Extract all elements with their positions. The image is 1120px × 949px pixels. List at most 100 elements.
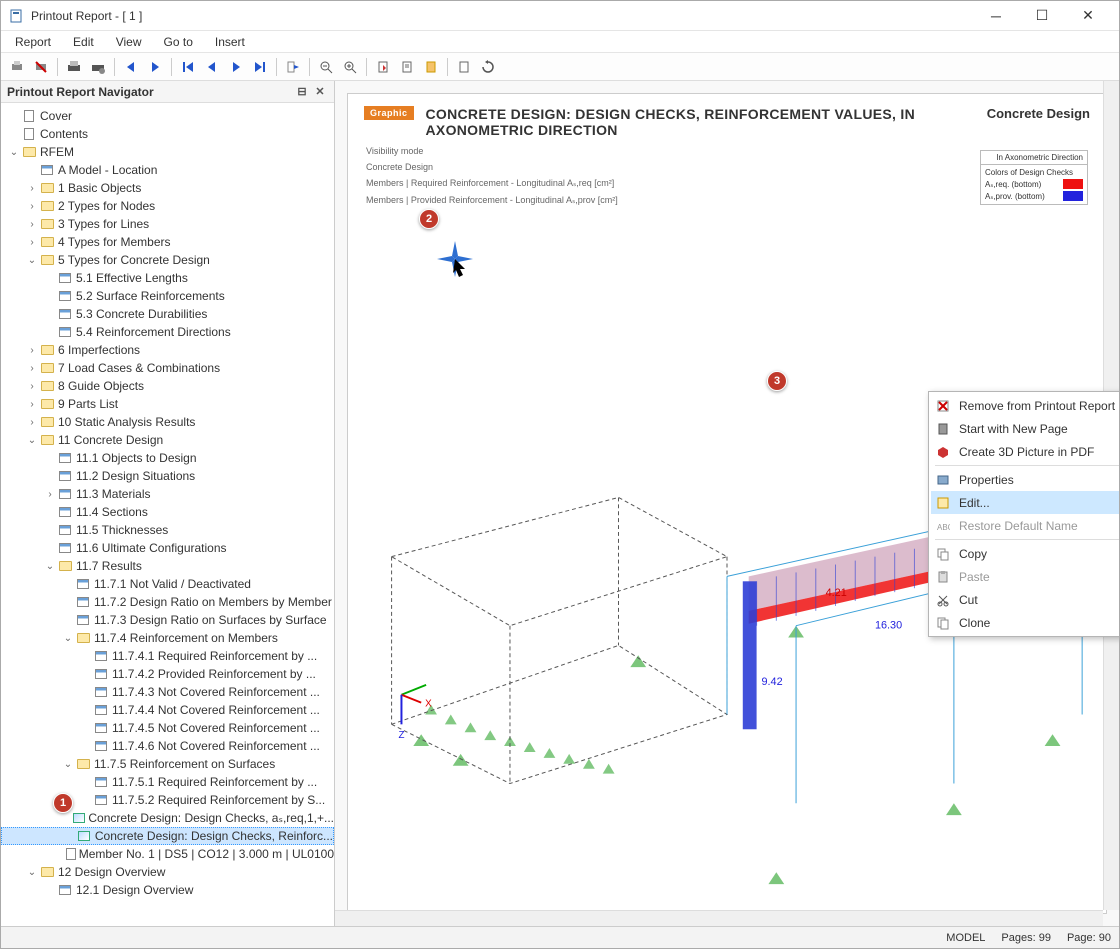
tree-item[interactable]: 11.7.1 Not Valid / Deactivated — [1, 575, 334, 593]
context-item[interactable]: Start with New Page — [931, 417, 1119, 440]
new-doc-icon[interactable] — [454, 57, 474, 77]
tree-item[interactable]: Contents — [1, 125, 334, 143]
tree-item[interactable]: ›11.3 Materials — [1, 485, 334, 503]
context-item[interactable]: CutCtrl+X — [931, 588, 1119, 611]
tree-item[interactable]: 5.3 Concrete Durabilities — [1, 305, 334, 323]
close-panel-icon[interactable]: ✕ — [312, 84, 328, 100]
print-cancel-icon[interactable] — [31, 57, 51, 77]
tree-toggle-icon[interactable]: › — [25, 417, 39, 428]
tree-toggle-icon[interactable]: › — [25, 237, 39, 248]
navigator-tree[interactable]: CoverContents⌄RFEMA Model - Location›1 B… — [1, 103, 334, 926]
tree-item[interactable]: 5.4 Reinforcement Directions — [1, 323, 334, 341]
tree-item[interactable]: 11.7.4.1 Required Reinforcement by ... — [1, 647, 334, 665]
tree-item[interactable]: ›7 Load Cases & Combinations — [1, 359, 334, 377]
printer-icon[interactable] — [64, 57, 84, 77]
context-item[interactable]: Create 3D Picture in PDF — [931, 440, 1119, 463]
context-item[interactable]: Remove from Printout Report — [931, 394, 1119, 417]
tree-toggle-icon[interactable]: › — [25, 363, 39, 374]
tree-item[interactable]: Concrete Design: Design Checks, Reinforc… — [1, 827, 334, 845]
tree-item[interactable]: 11.1 Objects to Design — [1, 449, 334, 467]
tree-toggle-icon[interactable]: ⌄ — [61, 759, 75, 770]
zoom-in-icon[interactable] — [340, 57, 360, 77]
refresh-icon[interactable] — [478, 57, 498, 77]
tree-toggle-icon[interactable]: › — [25, 183, 39, 194]
pin-icon[interactable]: ⊟ — [294, 84, 310, 100]
tree-item[interactable]: 11.7.4.5 Not Covered Reinforcement ... — [1, 719, 334, 737]
print-icon[interactable] — [7, 57, 27, 77]
context-menu[interactable]: Remove from Printout ReportStart with Ne… — [928, 391, 1119, 637]
tree-toggle-icon[interactable]: ⌄ — [25, 435, 39, 446]
tree-item[interactable]: 11.7.4.2 Provided Reinforcement by ... — [1, 665, 334, 683]
tree-item[interactable]: 11.6 Ultimate Configurations — [1, 539, 334, 557]
export-page-icon[interactable] — [397, 57, 417, 77]
tree-toggle-icon[interactable]: › — [25, 399, 39, 410]
menu-view[interactable]: View — [108, 33, 150, 51]
tree-item[interactable]: ⌄12 Design Overview — [1, 863, 334, 881]
tree-item[interactable]: ›9 Parts List — [1, 395, 334, 413]
tree-item[interactable]: 11.7.4.4 Not Covered Reinforcement ... — [1, 701, 334, 719]
tree-item[interactable]: 5.1 Effective Lengths — [1, 269, 334, 287]
tree-item[interactable]: ›8 Guide Objects — [1, 377, 334, 395]
tree-toggle-icon[interactable]: › — [43, 489, 57, 500]
nav-next-icon[interactable] — [145, 57, 165, 77]
printer-settings-icon[interactable] — [88, 57, 108, 77]
tree-item[interactable]: 11.7.3 Design Ratio on Surfaces by Surfa… — [1, 611, 334, 629]
tree-item[interactable]: Concrete Design: Design Checks, aₛ,req,1… — [1, 809, 334, 827]
minimize-button[interactable]: ─ — [973, 1, 1019, 31]
tree-item[interactable]: ⌄11.7.5 Reinforcement on Surfaces — [1, 755, 334, 773]
horizontal-scrollbar[interactable] — [335, 910, 1103, 926]
context-item[interactable]: CopyCtrl+C — [931, 542, 1119, 565]
nav-first-icon[interactable] — [178, 57, 198, 77]
tree-item[interactable]: 12.1 Design Overview — [1, 881, 334, 899]
tree-item[interactable]: ›4 Types for Members — [1, 233, 334, 251]
tree-item[interactable]: 11.7.2 Design Ratio on Members by Member — [1, 593, 334, 611]
tree-item[interactable]: 11.5 Thicknesses — [1, 521, 334, 539]
tree-item[interactable]: 11.7.4.3 Not Covered Reinforcement ... — [1, 683, 334, 701]
menu-goto[interactable]: Go to — [156, 33, 201, 51]
nav-next2-icon[interactable] — [226, 57, 246, 77]
tree-item[interactable]: 11.7.4.6 Not Covered Reinforcement ... — [1, 737, 334, 755]
tree-toggle-icon[interactable]: ⌄ — [25, 255, 39, 266]
zoom-out-icon[interactable] — [316, 57, 336, 77]
tree-item[interactable]: ›2 Types for Nodes — [1, 197, 334, 215]
tree-toggle-icon[interactable]: ⌄ — [25, 867, 39, 878]
menu-report[interactable]: Report — [7, 33, 59, 51]
tree-toggle-icon[interactable]: › — [25, 201, 39, 212]
tree-item[interactable]: 11.7.5.1 Required Reinforcement by ... — [1, 773, 334, 791]
tree-item[interactable]: A Model - Location — [1, 161, 334, 179]
menu-insert[interactable]: Insert — [207, 33, 253, 51]
tree-item[interactable]: Cover — [1, 107, 334, 125]
nav-last-icon[interactable] — [250, 57, 270, 77]
tree-item[interactable]: 11.7.5.2 Required Reinforcement by S... — [1, 791, 334, 809]
context-item[interactable]: Edit... — [931, 491, 1119, 514]
tree-item[interactable]: ⌄11.7.4 Reinforcement on Members — [1, 629, 334, 647]
close-button[interactable]: ✕ — [1065, 1, 1111, 31]
tree-item[interactable]: ›3 Types for Lines — [1, 215, 334, 233]
export-doc-icon[interactable] — [421, 57, 441, 77]
tree-item[interactable]: ›6 Imperfections — [1, 341, 334, 359]
tree-item[interactable]: ⌄11.7 Results — [1, 557, 334, 575]
tree-item[interactable]: 5.2 Surface Reinforcements — [1, 287, 334, 305]
context-item[interactable]: Properties — [931, 468, 1119, 491]
tree-toggle-icon[interactable]: ⌄ — [43, 561, 57, 572]
tree-item[interactable]: 11.2 Design Situations — [1, 467, 334, 485]
export-pdf-icon[interactable] — [373, 57, 393, 77]
tree-toggle-icon[interactable]: › — [25, 345, 39, 356]
tree-item[interactable]: ›10 Static Analysis Results — [1, 413, 334, 431]
tree-item[interactable]: ⌄5 Types for Concrete Design — [1, 251, 334, 269]
tree-item[interactable]: ⌄RFEM — [1, 143, 334, 161]
tree-item[interactable]: ›1 Basic Objects — [1, 179, 334, 197]
goto-icon[interactable] — [283, 57, 303, 77]
tree-item[interactable]: ⌄11 Concrete Design — [1, 431, 334, 449]
maximize-button[interactable]: ☐ — [1019, 1, 1065, 31]
tree-item[interactable]: 11.4 Sections — [1, 503, 334, 521]
tree-toggle-icon[interactable]: ⌄ — [7, 147, 21, 158]
nav-prev2-icon[interactable] — [202, 57, 222, 77]
tree-toggle-icon[interactable]: ⌄ — [61, 633, 75, 644]
tree-toggle-icon[interactable]: › — [25, 381, 39, 392]
nav-prev-icon[interactable] — [121, 57, 141, 77]
tree-toggle-icon[interactable]: › — [25, 219, 39, 230]
context-item[interactable]: Clone — [931, 611, 1119, 634]
tree-item[interactable]: Member No. 1 | DS5 | CO12 | 3.000 m | UL… — [1, 845, 334, 863]
menu-edit[interactable]: Edit — [65, 33, 102, 51]
